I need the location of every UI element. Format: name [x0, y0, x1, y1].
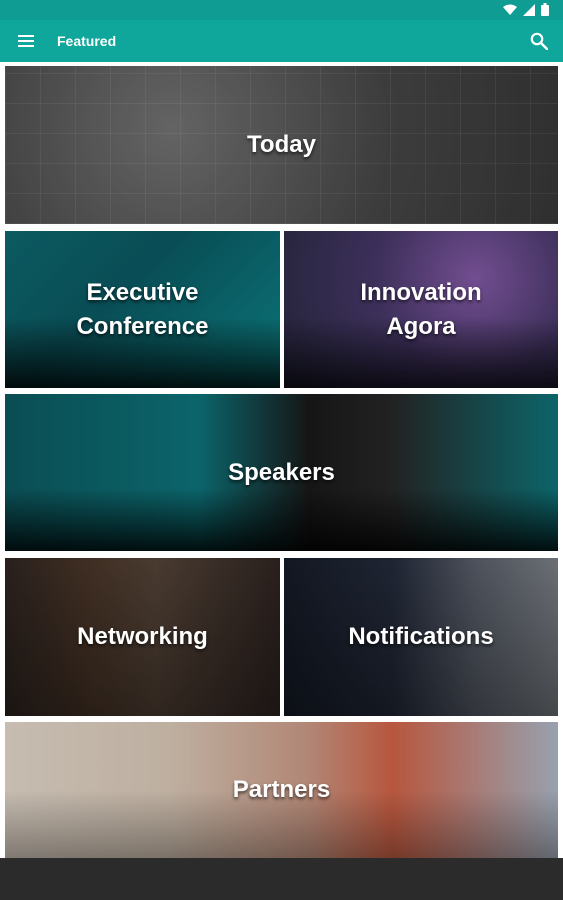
- signal-icon: [523, 3, 535, 16]
- hamburger-menu-icon: [18, 35, 34, 47]
- tile-speakers[interactable]: Speakers: [5, 394, 558, 551]
- search-button[interactable]: [527, 29, 551, 53]
- tile-notifications[interactable]: Notifications: [284, 558, 558, 716]
- tile-innovation-agora[interactable]: Innovation Agora: [284, 231, 558, 388]
- battery-icon: [541, 3, 549, 16]
- tile-executive-conference[interactable]: Executive Conference: [5, 231, 280, 388]
- tile-label-networking: Networking: [77, 623, 208, 650]
- tile-networking[interactable]: Networking: [5, 558, 280, 716]
- tile-label-today: Today: [247, 131, 316, 158]
- status-icons: [503, 3, 549, 16]
- menu-button[interactable]: [14, 30, 38, 52]
- system-navigation-bar: [0, 858, 563, 900]
- tile-today[interactable]: Today: [5, 66, 558, 224]
- tile-partners[interactable]: Partners: [5, 722, 558, 858]
- wifi-icon: [503, 4, 517, 15]
- app-toolbar: Featured: [0, 20, 563, 62]
- tile-label-notifications: Notifications: [348, 623, 494, 650]
- tile-label-innovation-agora: Innovation Agora: [360, 278, 482, 340]
- page-title: Featured: [57, 33, 117, 49]
- tile-label-speakers: Speakers: [228, 458, 335, 486]
- tile-label-executive-conference: Executive Conference: [76, 278, 209, 340]
- tile-label-partners: Partners: [232, 776, 331, 803]
- search-icon: [530, 32, 548, 50]
- status-bar: [0, 0, 563, 20]
